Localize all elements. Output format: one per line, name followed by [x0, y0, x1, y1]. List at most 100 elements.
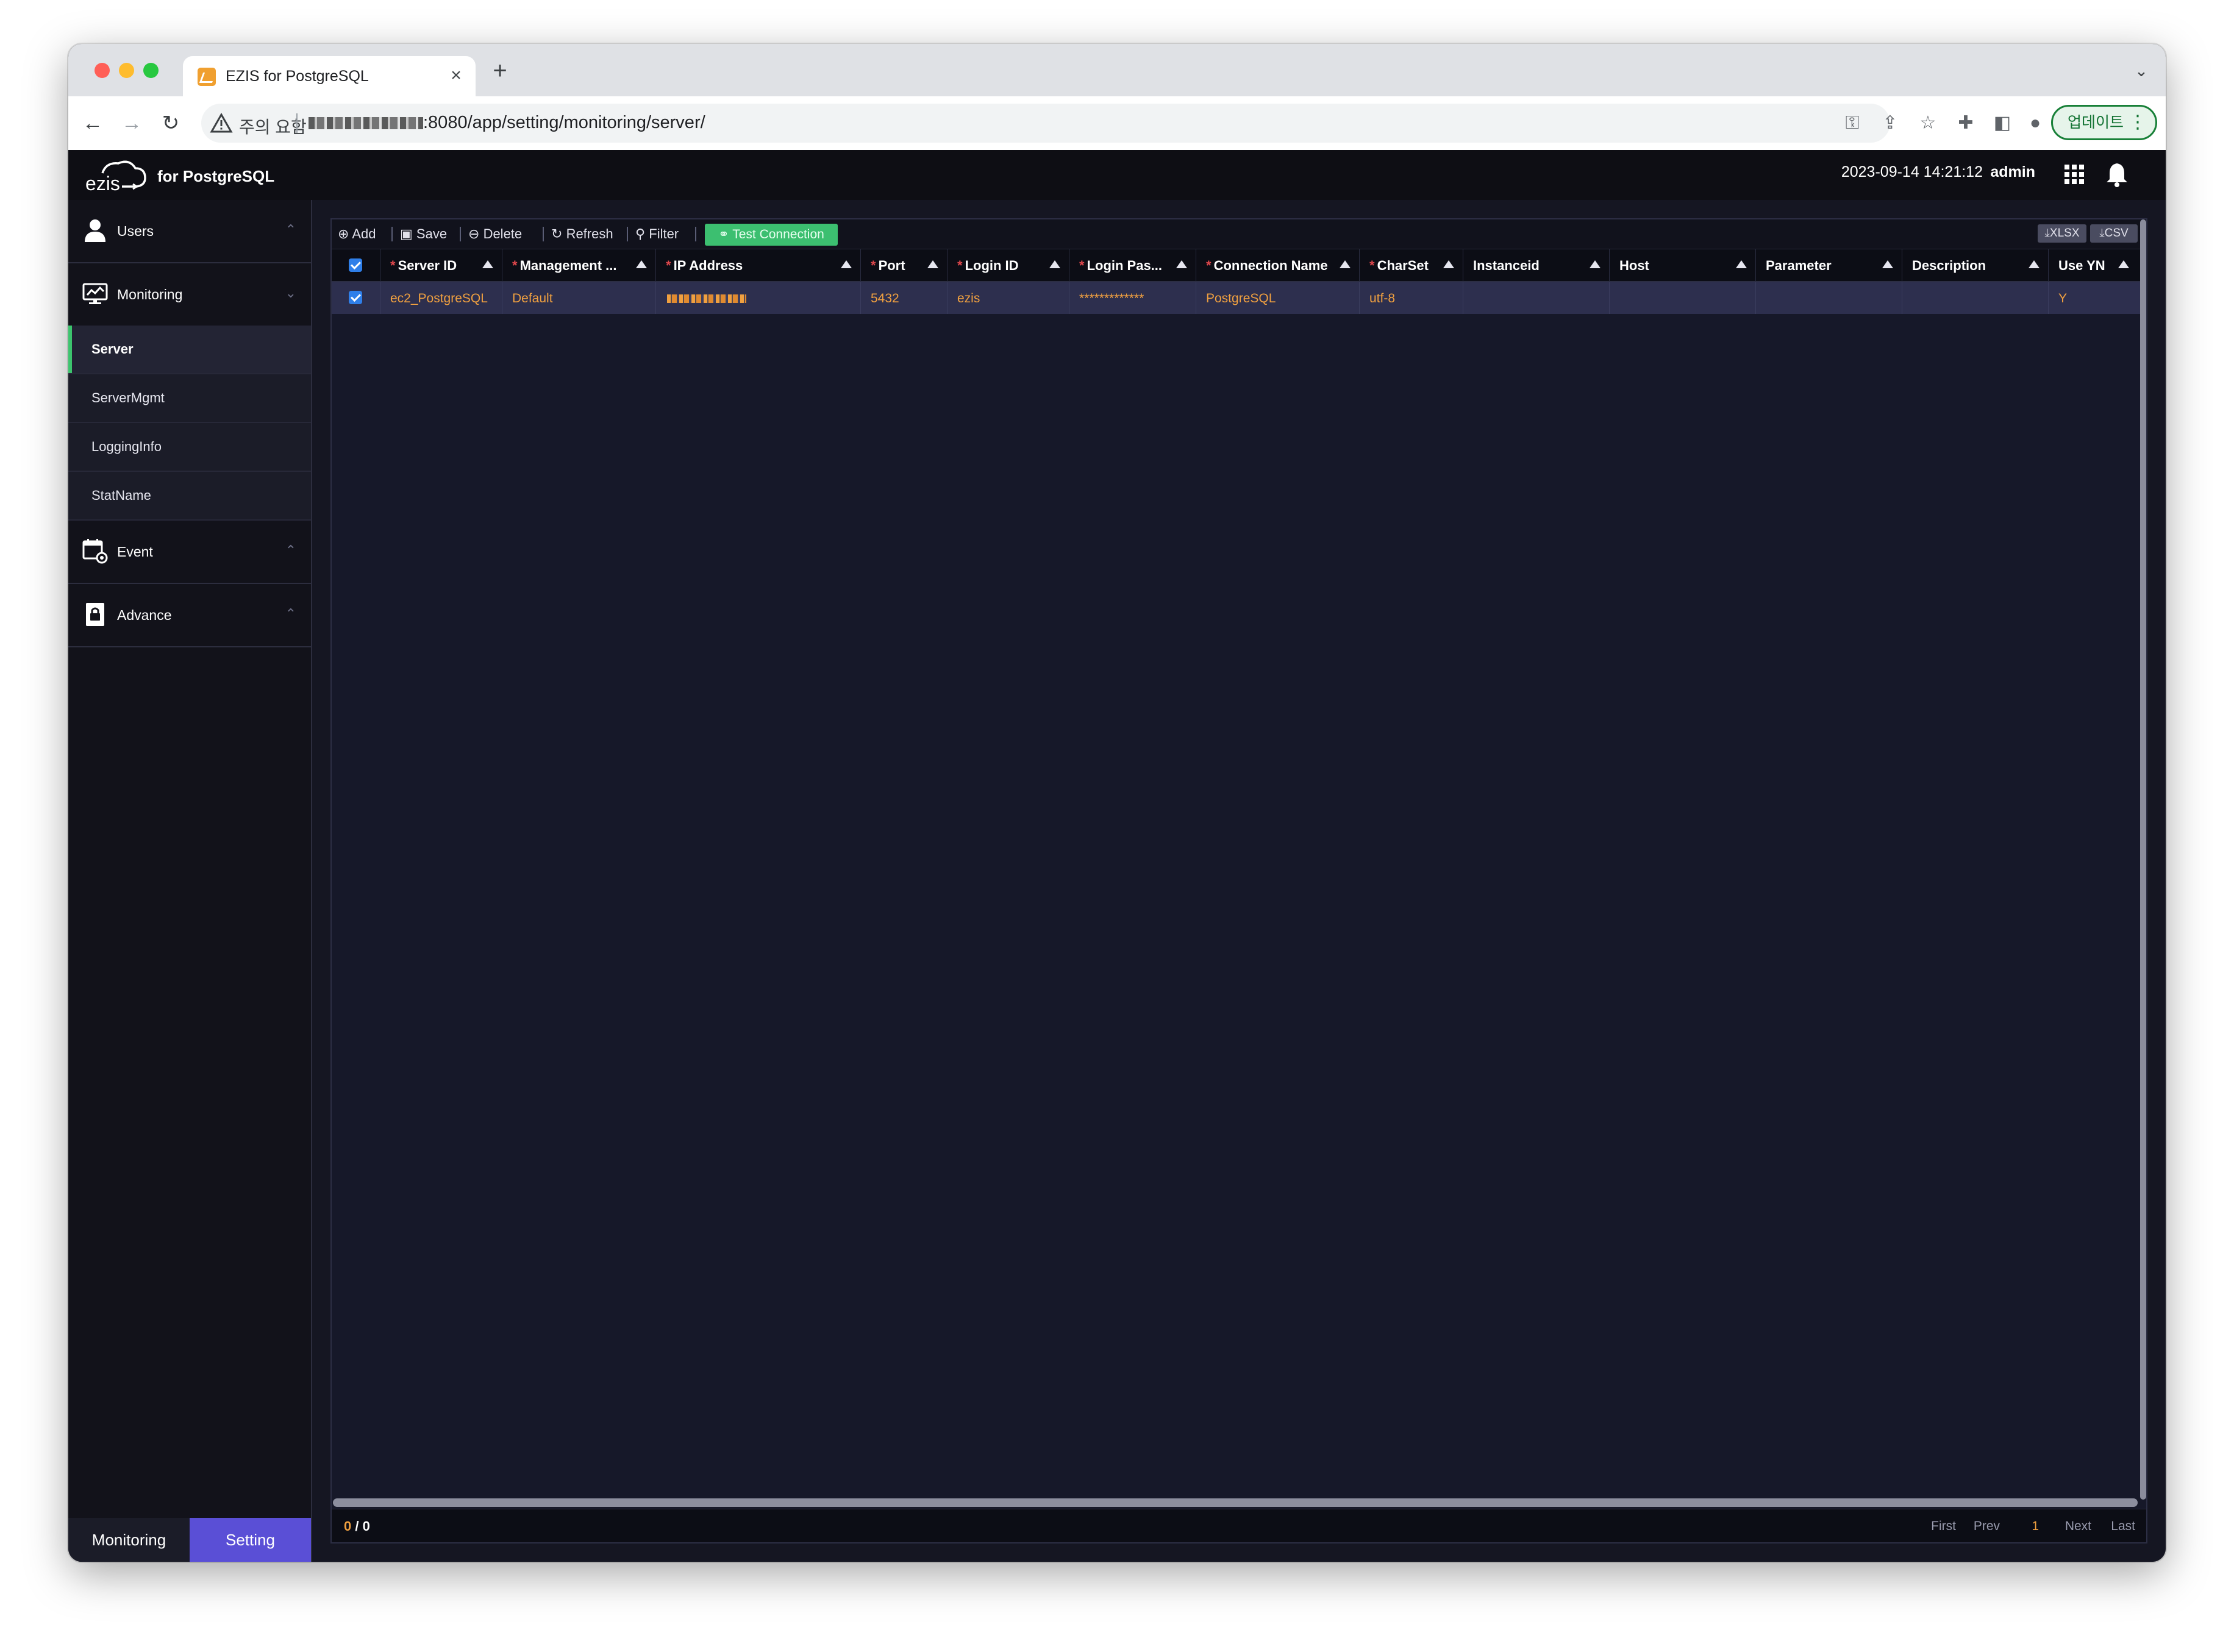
warning-triangle-icon[interactable]	[210, 112, 233, 135]
cell-host[interactable]	[1610, 282, 1756, 314]
grid-column-header: * Server ID * Management ... * IP Address *…	[332, 249, 2146, 282]
cell-login-id[interactable]: ezis	[947, 282, 1069, 314]
browser-tab[interactable]: EZIS for PostgreSQL ×	[183, 56, 476, 96]
notification-bell-icon[interactable]	[2105, 161, 2129, 188]
sidebar-group-event[interactable]: Event ⌃	[68, 521, 311, 584]
table-row[interactable]: ec2_PostgreSQL Default 5432 ezis *******…	[332, 282, 2146, 314]
cell-ip-address[interactable]	[656, 282, 861, 314]
browser-menu-icon[interactable]: ⋮	[2129, 107, 2147, 138]
back-arrow-icon[interactable]: ←	[77, 107, 109, 139]
apps-grid-icon[interactable]	[2063, 163, 2085, 185]
sort-asc-icon[interactable]	[482, 260, 493, 268]
tab-search-chevron-icon[interactable]: ⌄	[2129, 59, 2154, 83]
toolbar-divider	[460, 227, 461, 241]
cell-use-yn[interactable]: Y	[2049, 282, 2138, 314]
vertical-scrollbar[interactable]	[2140, 219, 2146, 1500]
monitoring-mode-tab[interactable]: Monitoring	[68, 1518, 190, 1562]
sidebar-item-logginginfo[interactable]: LoggingInfo	[68, 423, 311, 472]
cell-management[interactable]: Default	[502, 282, 656, 314]
bookmark-star-icon[interactable]: ☆	[1913, 109, 1943, 138]
current-page-number[interactable]: 1	[2032, 1519, 2039, 1534]
sidebar-group-monitoring[interactable]: Monitoring ⌄	[68, 263, 311, 327]
column-port[interactable]: * Port	[861, 249, 947, 281]
update-button[interactable]: 업데이트 ⋮	[2051, 105, 2157, 140]
sort-asc-icon[interactable]	[1049, 260, 1060, 268]
column-connection-name[interactable]: * Connection Name	[1196, 249, 1360, 281]
sort-asc-icon[interactable]	[1736, 260, 1747, 268]
profile-avatar-icon[interactable]: ●	[2021, 109, 2050, 138]
column-management[interactable]: * Management ...	[502, 249, 656, 281]
sidebar-group-users[interactable]: Users ⌃	[68, 200, 311, 263]
sidebar-item-statname[interactable]: StatName	[68, 472, 311, 521]
sort-asc-icon[interactable]	[927, 260, 938, 268]
sort-asc-icon[interactable]	[636, 260, 647, 268]
forward-arrow-icon[interactable]: →	[116, 107, 148, 139]
cell-parameter[interactable]	[1756, 282, 1902, 314]
sort-asc-icon[interactable]	[2029, 260, 2040, 268]
first-page-link[interactable]: First	[1931, 1519, 1956, 1534]
cell-value: Y	[2058, 291, 2068, 305]
extensions-puzzle-icon[interactable]: ✚	[1951, 109, 1980, 138]
cell-port[interactable]: 5432	[861, 282, 947, 314]
last-page-link[interactable]: Last	[2111, 1519, 2135, 1534]
sort-asc-icon[interactable]	[1590, 260, 1601, 268]
sidebar-item-label: ServerMgmt	[91, 390, 165, 405]
column-login-password[interactable]: * Login Pas...	[1069, 249, 1196, 281]
close-window-button[interactable]	[95, 63, 110, 78]
add-button[interactable]: ⊕ Add	[338, 225, 376, 243]
chevron-up-icon: ⌃	[285, 543, 296, 558]
column-login-id[interactable]: * Login ID	[947, 249, 1069, 281]
sidebar-group-advance[interactable]: Advance ⌃	[68, 584, 311, 647]
cell-charset[interactable]: utf-8	[1360, 282, 1463, 314]
column-host[interactable]: Host	[1610, 249, 1756, 281]
cell-connection-name[interactable]: PostgreSQL	[1196, 282, 1360, 314]
cell-login-password[interactable]: *************	[1069, 282, 1196, 314]
refresh-button[interactable]: ↻ Refresh	[551, 225, 613, 243]
next-page-link[interactable]: Next	[2065, 1519, 2091, 1534]
setting-mode-tab[interactable]: Setting	[190, 1518, 311, 1562]
search-icon: ⚲	[635, 226, 646, 241]
export-xlsx-button[interactable]: ⤓XLSX	[2038, 224, 2086, 243]
header-username[interactable]: admin	[1990, 163, 2035, 181]
column-charset[interactable]: * CharSet	[1360, 249, 1463, 281]
address-bar[interactable]: 주의 요함 :8080/app/setting/monitoring/serve…	[201, 104, 1890, 143]
url-text[interactable]: :8080/app/setting/monitoring/server/	[423, 113, 705, 133]
column-label: * Management ...	[512, 258, 617, 273]
sort-asc-icon[interactable]	[1176, 260, 1187, 268]
row-checkbox[interactable]	[349, 291, 362, 304]
column-parameter[interactable]: Parameter	[1756, 249, 1902, 281]
save-button[interactable]: ▣ Save	[400, 225, 447, 243]
column-instanceid[interactable]: Instanceid	[1463, 249, 1610, 281]
test-connection-button[interactable]: ⚭ Test Connection	[705, 224, 838, 246]
select-all-checkbox[interactable]	[349, 258, 362, 272]
column-server-id[interactable]: * Server ID	[380, 249, 502, 281]
filter-button[interactable]: ⚲ Filter	[635, 225, 679, 243]
side-panel-icon[interactable]: ◧	[1988, 109, 2017, 138]
sort-asc-icon[interactable]	[1443, 260, 1454, 268]
ezis-logo[interactable]: ezis	[84, 157, 151, 194]
sort-asc-icon[interactable]	[841, 260, 852, 268]
column-ip-address[interactable]: * IP Address	[656, 249, 861, 281]
cell-description[interactable]	[1902, 282, 2049, 314]
sort-asc-icon[interactable]	[2118, 260, 2129, 268]
cell-instanceid[interactable]	[1463, 282, 1610, 314]
new-tab-button[interactable]: +	[487, 57, 513, 84]
horizontal-scrollbar[interactable]	[333, 1498, 2138, 1507]
sidebar-item-server[interactable]: Server	[68, 326, 311, 374]
tab-close-icon[interactable]: ×	[445, 65, 467, 87]
reload-icon[interactable]: ↻	[155, 107, 187, 139]
column-use-yn[interactable]: Use YN	[2049, 249, 2138, 281]
column-description[interactable]: Description	[1902, 249, 2049, 281]
tab-strip: EZIS for PostgreSQL × + ⌄	[68, 44, 2166, 96]
sort-asc-icon[interactable]	[1340, 260, 1351, 268]
export-csv-button[interactable]: ⤓CSV	[2090, 224, 2138, 243]
sort-asc-icon[interactable]	[1882, 260, 1893, 268]
delete-button[interactable]: ⊖ Delete	[468, 225, 522, 243]
minimize-window-button[interactable]	[119, 63, 134, 78]
share-icon[interactable]: ⇪	[1875, 109, 1905, 138]
sidebar-item-servermgmt[interactable]: ServerMgmt	[68, 374, 311, 423]
cell-server-id[interactable]: ec2_PostgreSQL	[380, 282, 502, 314]
key-icon[interactable]: ⚿	[1838, 109, 1867, 138]
prev-page-link[interactable]: Prev	[1974, 1519, 2000, 1534]
maximize-window-button[interactable]	[143, 63, 159, 78]
